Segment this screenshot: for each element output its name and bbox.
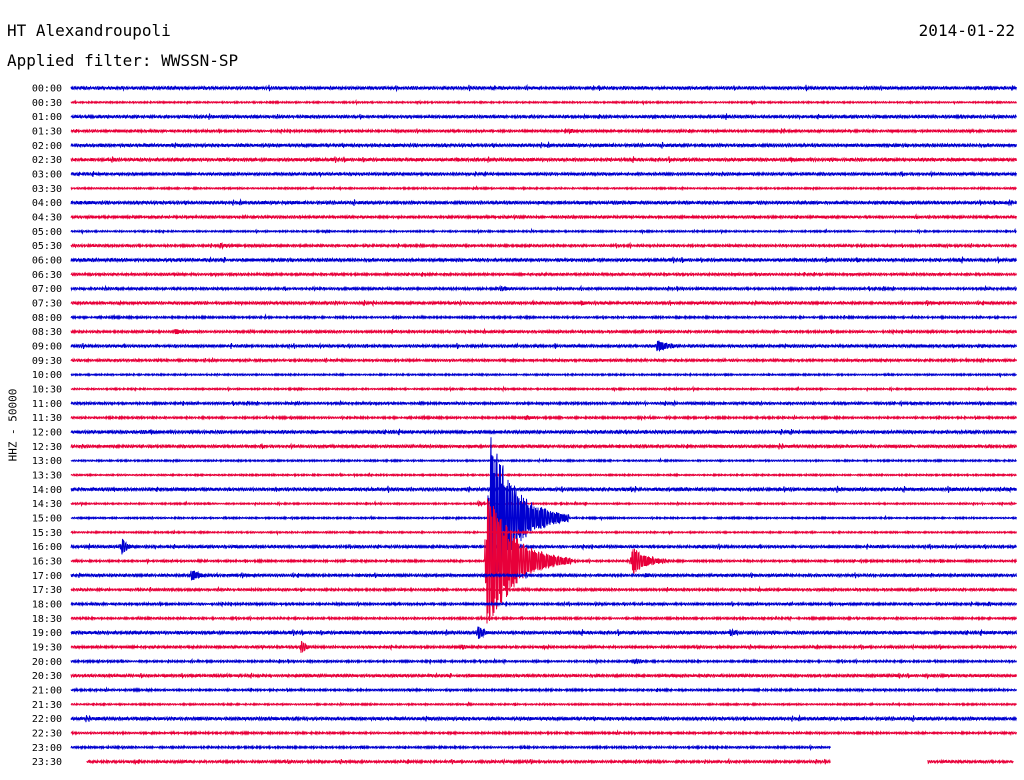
row-time-label: 04:00 bbox=[32, 198, 62, 209]
row-time-label: 01:00 bbox=[32, 112, 62, 123]
row-time-label: 22:00 bbox=[32, 714, 62, 725]
row-time-label: 06:30 bbox=[32, 270, 62, 281]
row-time-label: 09:30 bbox=[32, 356, 62, 367]
trace-row-2030 bbox=[70, 672, 1017, 680]
row-time-label: 19:00 bbox=[32, 628, 62, 639]
trace-row-1600 bbox=[70, 538, 1017, 555]
row-time-label: 17:00 bbox=[32, 571, 62, 582]
trace-row-1530 bbox=[70, 528, 1017, 536]
trace-row-0500 bbox=[70, 227, 1017, 235]
trace-row-0700 bbox=[70, 284, 1017, 292]
row-time-label: 21:30 bbox=[32, 700, 62, 711]
trace-row-0000 bbox=[70, 83, 1017, 93]
trace-row-1000 bbox=[70, 371, 1017, 379]
trace-row-0300 bbox=[70, 170, 1017, 178]
row-time-label: 09:00 bbox=[32, 341, 62, 352]
row-time-label: 16:30 bbox=[32, 556, 62, 567]
trace-row-0730 bbox=[70, 299, 1017, 308]
trace-row-1030 bbox=[70, 385, 1017, 393]
row-time-label: 05:00 bbox=[32, 227, 62, 238]
trace-row-2300 bbox=[70, 743, 831, 752]
trace-row-1300 bbox=[70, 457, 1017, 464]
row-time-label: 10:30 bbox=[32, 384, 62, 395]
row-time-label: 00:00 bbox=[32, 84, 62, 95]
row-time-label: 18:00 bbox=[32, 599, 62, 610]
row-time-label: 18:30 bbox=[32, 614, 62, 625]
trace-row-0330 bbox=[70, 185, 1017, 192]
trace-row-0800 bbox=[70, 313, 1017, 321]
row-time-label: 06:00 bbox=[32, 255, 62, 266]
trace-row-0130 bbox=[70, 127, 1017, 135]
helicorder-plot: 00:00 00:30 01:00 01:30 02:00 02:30 03:00 03:30… bbox=[32, 83, 1017, 768]
trace-row-0200 bbox=[70, 140, 1017, 149]
row-time-label: 08:00 bbox=[32, 313, 62, 324]
trace-row-0430 bbox=[70, 213, 1017, 221]
trace-row-0830 bbox=[70, 327, 1017, 336]
row-time-label: 08:30 bbox=[32, 327, 62, 338]
row-time-label: 20:00 bbox=[32, 657, 62, 668]
row-time-label: 11:30 bbox=[32, 413, 62, 424]
trace-row-1930 bbox=[70, 640, 1017, 653]
trace-row-1430 bbox=[70, 499, 1017, 508]
trace-row-0630 bbox=[70, 271, 1017, 278]
row-time-label: 02:00 bbox=[32, 141, 62, 152]
trace-row-2330 bbox=[927, 758, 1014, 765]
row-time-label: 07:00 bbox=[32, 284, 62, 295]
row-time-label: 11:00 bbox=[32, 399, 62, 410]
trace-row-1400 bbox=[70, 485, 1017, 494]
trace-row-2230 bbox=[70, 729, 1017, 736]
trace-row-1900 bbox=[70, 626, 1017, 639]
trace-row-2130 bbox=[70, 701, 1017, 708]
row-time-label: 15:00 bbox=[32, 513, 62, 524]
trace-row-2100 bbox=[70, 686, 1017, 693]
row-time-label: 12:00 bbox=[32, 427, 62, 438]
trace-row-0030 bbox=[70, 98, 1017, 106]
row-time-label: 16:00 bbox=[32, 542, 62, 553]
row-time-label: 23:00 bbox=[32, 743, 62, 754]
row-time-label: 22:30 bbox=[32, 728, 62, 739]
trace-row-0900 bbox=[70, 340, 1017, 352]
row-time-label: 14:30 bbox=[32, 499, 62, 510]
trace-row-1230 bbox=[70, 442, 1017, 450]
trace-row-1330 bbox=[70, 472, 1017, 479]
trace-row-0930 bbox=[70, 356, 1017, 364]
row-time-label: 20:30 bbox=[32, 671, 62, 682]
row-time-label: 21:00 bbox=[32, 685, 62, 696]
row-time-label: 13:30 bbox=[32, 470, 62, 481]
trace-row-0400 bbox=[70, 198, 1017, 207]
row-time-label: 05:30 bbox=[32, 241, 62, 252]
trace-row-1700 bbox=[70, 570, 1017, 581]
trace-row-2000 bbox=[70, 657, 1017, 666]
trace-row-0100 bbox=[70, 113, 1017, 121]
row-time-label: 17:30 bbox=[32, 585, 62, 596]
trace-row-2330 bbox=[86, 757, 831, 766]
row-time-label: 02:30 bbox=[32, 155, 62, 166]
row-time-label: 19:30 bbox=[32, 642, 62, 653]
row-time-label: 07:30 bbox=[32, 298, 62, 309]
row-time-label: 03:00 bbox=[32, 169, 62, 180]
trace-row-1130 bbox=[70, 414, 1017, 422]
row-time-label: 04:30 bbox=[32, 212, 62, 223]
row-time-label: 15:30 bbox=[32, 528, 62, 539]
trace-row-0600 bbox=[70, 256, 1017, 264]
trace-row-1830 bbox=[70, 614, 1017, 622]
trace-row-0530 bbox=[70, 241, 1017, 250]
row-time-label: 23:30 bbox=[32, 757, 62, 768]
row-time-label: 12:30 bbox=[32, 442, 62, 453]
trace-row-1800 bbox=[70, 600, 1017, 608]
trace-row-1200 bbox=[70, 428, 1017, 436]
row-time-label: 14:00 bbox=[32, 485, 62, 496]
trace-row-0230 bbox=[70, 156, 1017, 164]
row-time-label: 01:30 bbox=[32, 126, 62, 137]
row-time-label: 03:30 bbox=[32, 184, 62, 195]
row-time-label: 13:00 bbox=[32, 456, 62, 467]
row-time-label: 10:00 bbox=[32, 370, 62, 381]
trace-row-1730 bbox=[70, 585, 1017, 593]
trace-row-2200 bbox=[70, 714, 1017, 723]
trace-row-1100 bbox=[70, 399, 1017, 407]
row-time-label: 00:30 bbox=[32, 98, 62, 109]
